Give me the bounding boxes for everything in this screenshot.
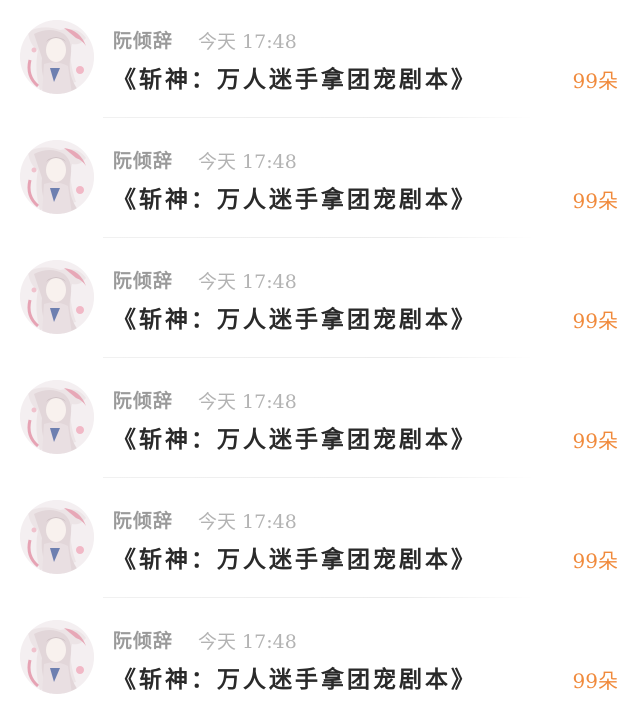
- character-avatar-icon: [20, 620, 94, 694]
- gift-count: 99朵: [572, 309, 618, 333]
- row-divider: [103, 477, 533, 478]
- avatar[interactable]: [20, 620, 94, 694]
- timestamp: 今天 17:48: [198, 391, 297, 413]
- book-title[interactable]: 《斩神：万人迷手拿团宠剧本》: [113, 660, 477, 694]
- timestamp: 今天 17:48: [198, 31, 297, 53]
- list-item[interactable]: 阮倾辞 今天 17:48 《斩神：万人迷手拿团宠剧本》 99朵: [0, 120, 640, 240]
- sender-name[interactable]: 阮倾辞: [113, 386, 173, 413]
- gift-count: 99朵: [572, 189, 618, 213]
- book-title[interactable]: 《斩神：万人迷手拿团宠剧本》: [113, 180, 477, 214]
- character-avatar-icon: [20, 500, 94, 574]
- avatar[interactable]: [20, 260, 94, 334]
- list-item[interactable]: 阮倾辞 今天 17:48 《斩神：万人迷手拿团宠剧本》 99朵: [0, 600, 640, 720]
- gift-record-list: 阮倾辞 今天 17:48 《斩神：万人迷手拿团宠剧本》 99朵 阮倾辞 今天 1…: [0, 0, 640, 718]
- gift-count: 99朵: [572, 669, 618, 693]
- timestamp: 今天 17:48: [198, 631, 297, 653]
- gift-count: 99朵: [572, 69, 618, 93]
- timestamp: 今天 17:48: [198, 511, 297, 533]
- timestamp: 今天 17:48: [198, 151, 297, 173]
- book-title[interactable]: 《斩神：万人迷手拿团宠剧本》: [113, 60, 477, 94]
- sender-name[interactable]: 阮倾辞: [113, 266, 173, 293]
- book-title[interactable]: 《斩神：万人迷手拿团宠剧本》: [113, 540, 477, 574]
- gift-count: 99朵: [572, 429, 618, 453]
- character-avatar-icon: [20, 20, 94, 94]
- book-title[interactable]: 《斩神：万人迷手拿团宠剧本》: [113, 300, 477, 334]
- avatar[interactable]: [20, 500, 94, 574]
- avatar[interactable]: [20, 380, 94, 454]
- row-divider: [103, 237, 533, 238]
- character-avatar-icon: [20, 140, 94, 214]
- sender-name[interactable]: 阮倾辞: [113, 146, 173, 173]
- avatar[interactable]: [20, 140, 94, 214]
- sender-name[interactable]: 阮倾辞: [113, 626, 173, 653]
- list-item[interactable]: 阮倾辞 今天 17:48 《斩神：万人迷手拿团宠剧本》 99朵: [0, 240, 640, 360]
- character-avatar-icon: [20, 380, 94, 454]
- gift-count: 99朵: [572, 549, 618, 573]
- book-title[interactable]: 《斩神：万人迷手拿团宠剧本》: [113, 420, 477, 454]
- timestamp: 今天 17:48: [198, 271, 297, 293]
- list-item[interactable]: 阮倾辞 今天 17:48 《斩神：万人迷手拿团宠剧本》 99朵: [0, 480, 640, 600]
- list-item[interactable]: 阮倾辞 今天 17:48 《斩神：万人迷手拿团宠剧本》 99朵: [0, 360, 640, 480]
- sender-name[interactable]: 阮倾辞: [113, 26, 173, 53]
- avatar[interactable]: [20, 20, 94, 94]
- row-divider: [103, 117, 533, 118]
- character-avatar-icon: [20, 260, 94, 334]
- row-divider: [103, 357, 533, 358]
- row-divider: [103, 597, 533, 598]
- list-item[interactable]: 阮倾辞 今天 17:48 《斩神：万人迷手拿团宠剧本》 99朵: [0, 0, 640, 120]
- sender-name[interactable]: 阮倾辞: [113, 506, 173, 533]
